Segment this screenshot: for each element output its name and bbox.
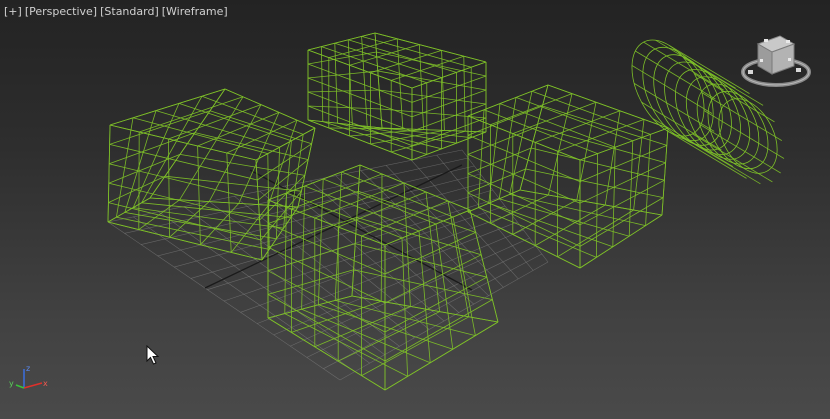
box-back[interactable] <box>307 32 487 161</box>
box-left[interactable] <box>107 88 316 261</box>
axis-tripod-icon: z x y <box>9 364 48 389</box>
mouse-pointer-icon <box>146 345 160 365</box>
home-grid <box>107 149 549 381</box>
viewcube-icon[interactable] <box>738 30 814 96</box>
viewport-label-menu: [+] [Perspective] [Standard] [Wireframe] <box>4 5 228 21</box>
scene-canvas[interactable] <box>0 0 830 419</box>
viewport-shading-label[interactable]: [Standard] <box>100 5 159 21</box>
axis-y-label: y <box>9 379 14 388</box>
perspective-viewport[interactable]: [+] [Perspective] [Standard] [Wireframe]… <box>0 0 830 419</box>
viewport-menu-button[interactable]: [+] <box>4 5 22 21</box>
axis-x-label: x <box>43 379 48 388</box>
axis-z-label: z <box>26 364 30 373</box>
viewport-display-label[interactable]: [Wireframe] <box>162 5 228 21</box>
wireframe-objects[interactable] <box>107 28 789 391</box>
viewport-view-label[interactable]: [Perspective] <box>25 5 97 21</box>
